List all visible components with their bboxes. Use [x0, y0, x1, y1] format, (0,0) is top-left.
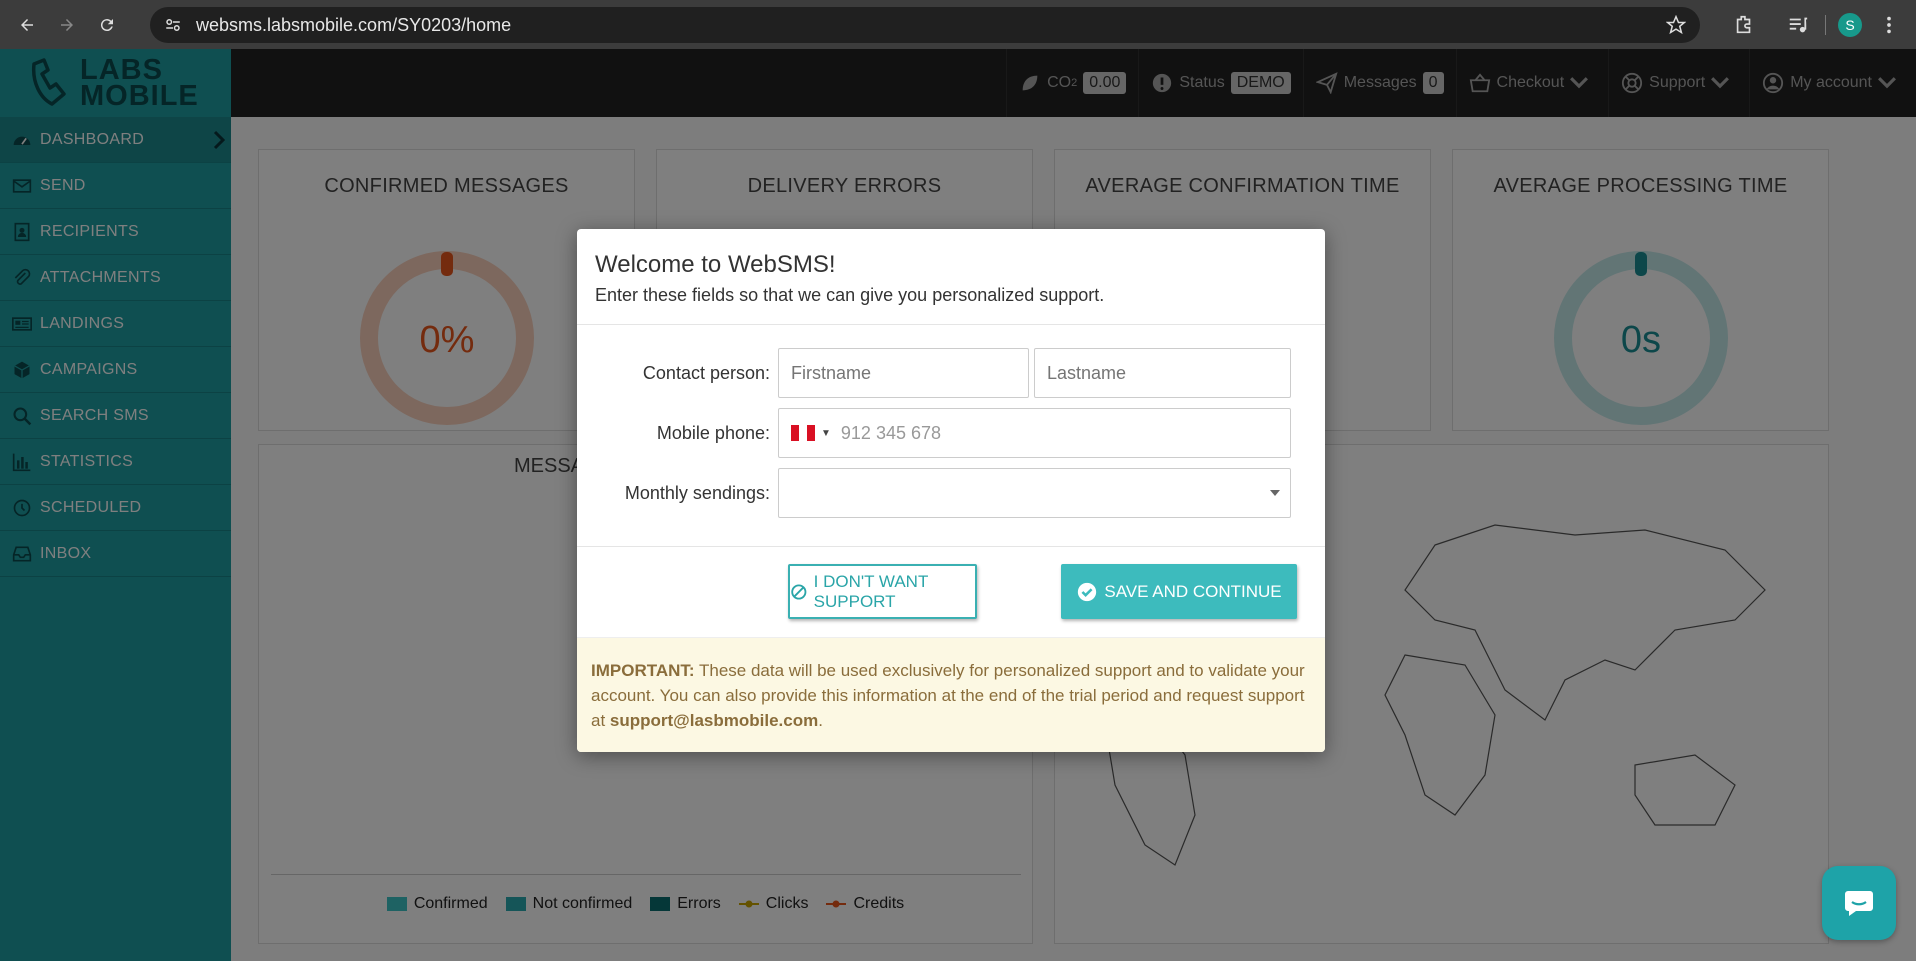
save-continue-button[interactable]: SAVE AND CONTINUE [1061, 564, 1297, 619]
contact-row: Contact person: [577, 348, 1325, 398]
caret-down-icon: ▼ [821, 427, 831, 439]
extensions-icon[interactable] [1733, 14, 1755, 36]
modal-subtitle: Enter these fields so that we can give y… [595, 285, 1105, 305]
profile-avatar[interactable]: S [1838, 12, 1862, 37]
more-menu-icon[interactable] [1878, 14, 1900, 36]
contact-label: Contact person: [642, 362, 770, 383]
modal-body: Contact person: Mobile phone: ▼ 912 345 … [577, 325, 1325, 547]
back-button[interactable] [14, 12, 40, 38]
no-support-button[interactable]: I DON'T WANT SUPPORT [788, 564, 977, 619]
browser-toolbar: websms.labsmobile.com/SY0203/home S [0, 0, 1916, 49]
country-selector[interactable]: ▼ [791, 425, 831, 441]
address-bar[interactable]: websms.labsmobile.com/SY0203/home [150, 7, 1700, 43]
bookmark-star-icon[interactable] [1666, 15, 1686, 35]
check-circle-icon [1078, 582, 1097, 601]
forward-button[interactable] [54, 12, 80, 38]
reload-icon [100, 18, 113, 31]
select-arrow-icon [1270, 490, 1280, 496]
mobile-phone-field[interactable]: ▼ 912 345 678 [778, 408, 1291, 458]
reload-button[interactable] [94, 12, 120, 38]
chat-widget-button[interactable] [1822, 866, 1896, 940]
ban-icon [791, 583, 807, 600]
toolbar-separator [1825, 14, 1826, 35]
modal-title: Welcome to WebSMS! [595, 251, 836, 278]
important-note: IMPORTANT: These data will be used exclu… [577, 638, 1325, 752]
monthly-row: Monthly sendings: [577, 468, 1325, 518]
monthly-sendings-select[interactable] [778, 468, 1291, 518]
site-settings-icon[interactable] [164, 16, 182, 34]
peru-flag-icon [791, 425, 815, 441]
url-text[interactable]: websms.labsmobile.com/SY0203/home [196, 15, 511, 36]
lastname-input[interactable] [1034, 348, 1291, 398]
arrow-right-icon [61, 18, 73, 31]
welcome-modal: Welcome to WebSMS! Enter these fields so… [577, 229, 1325, 752]
phone-row: Mobile phone: ▼ 912 345 678 [577, 408, 1325, 458]
arrow-left-icon [21, 18, 33, 31]
media-control-icon[interactable] [1787, 14, 1809, 36]
chat-bubble-icon [1845, 891, 1873, 916]
firstname-input[interactable] [778, 348, 1029, 398]
modal-header: Welcome to WebSMS! Enter these fields so… [577, 229, 1325, 325]
support-email-link[interactable]: support@lasbmobile.com [610, 711, 818, 730]
phone-placeholder: 912 345 678 [840, 422, 942, 443]
monthly-label: Monthly sendings: [624, 482, 770, 503]
phone-label: Mobile phone: [656, 422, 770, 443]
modal-footer: I DON'T WANT SUPPORT SAVE AND CONTINUE [577, 547, 1325, 638]
browser-actions: S [1717, 0, 1916, 49]
